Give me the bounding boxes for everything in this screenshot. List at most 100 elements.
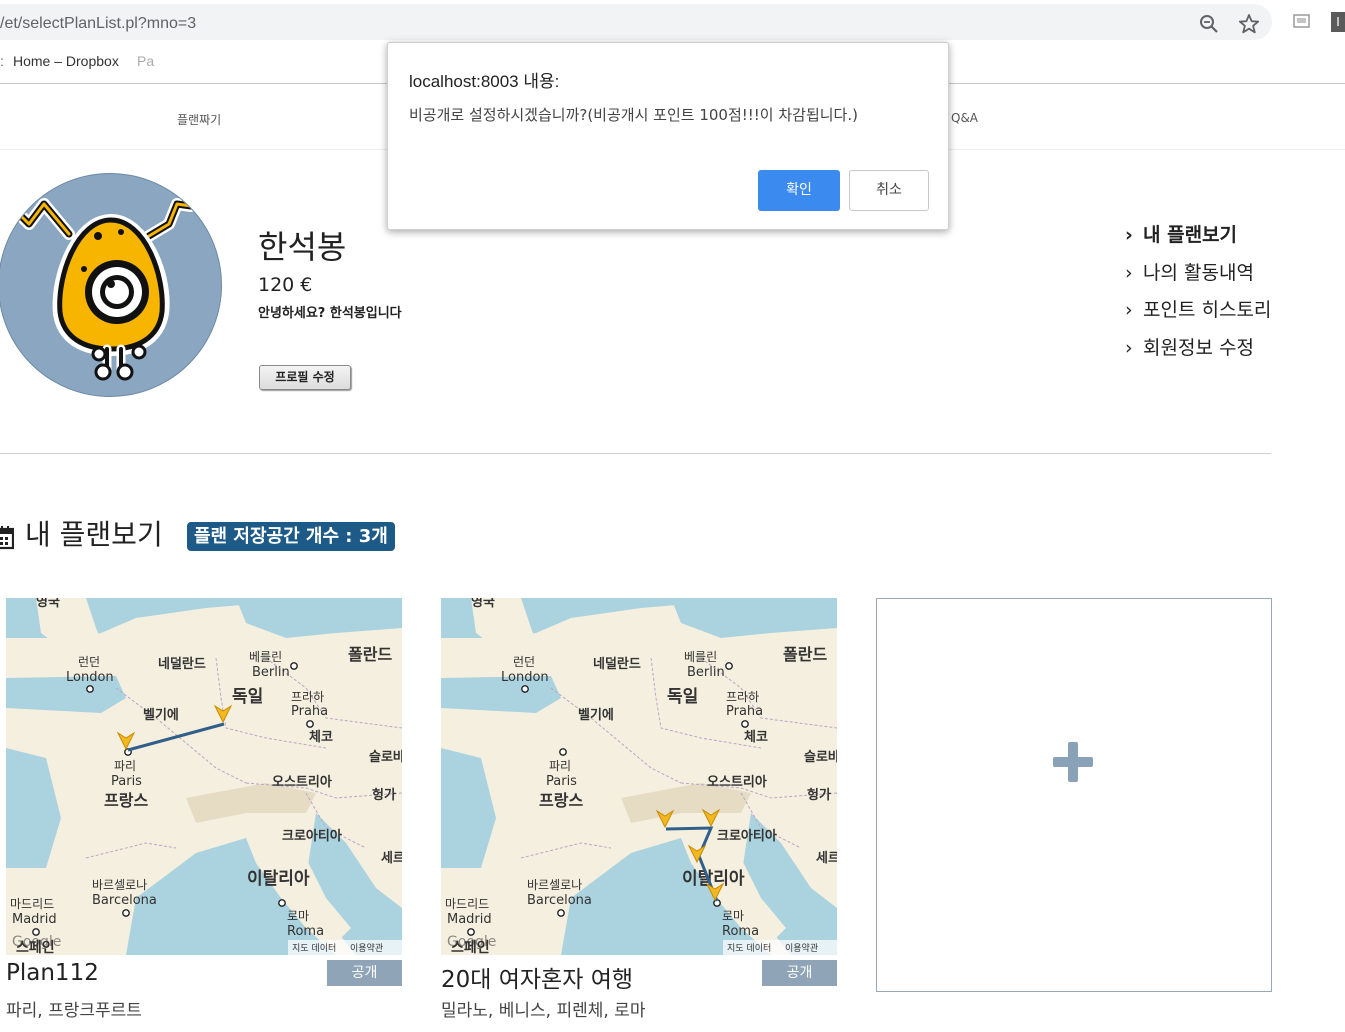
side-item-point-history[interactable]: › 포인트 히스토리 xyxy=(1125,295,1271,333)
nav-plan[interactable]: 플랜짜기 xyxy=(177,111,221,128)
nav-qna[interactable]: Q&A xyxy=(951,111,978,125)
extension-icon[interactable] xyxy=(1293,12,1311,30)
map-label-slovakia: 슬로바 xyxy=(804,749,837,765)
map-label-barcelona-en: Barcelona xyxy=(527,893,592,908)
dialog-message: 비공개로 설정하시겠습니까?(비공개시 포인트 100점!!!이 차감됩니다.) xyxy=(409,106,858,124)
map-label-rome: 로마 xyxy=(722,909,744,923)
map-label-rome-en: Roma xyxy=(722,924,759,939)
plan-card[interactable]: 영국 런던 London 네덜란드 베를린 Berlin 폴란드 독일 프라하 Praha 벨기에 체… xyxy=(6,598,402,1021)
europe-map-graphic: 영국런던London 네덜란드 베를린Berlin 폴란드독일 프라하Praha 벨기에체… xyxy=(6,598,402,955)
map-label-croatia: 크로아티아 xyxy=(717,828,777,844)
plan-map[interactable]: 영국 런던 London 네덜란드 베를린 Berlin 폴란드 독일 프라하 Praha 벨기에 체… xyxy=(441,598,837,955)
map-label-madrid: 마드리드 xyxy=(445,897,489,911)
map-label-netherlands: 네덜란드 xyxy=(593,656,641,672)
address-bar[interactable]: /et/selectPlanList.pl?mno=3 xyxy=(0,4,1272,40)
map-label-google: Google xyxy=(12,934,61,950)
zoom-out-icon[interactable] xyxy=(1198,13,1220,35)
side-item-label: 회원정보 수정 xyxy=(1143,336,1254,359)
profile-name: 한석봉 xyxy=(258,228,347,266)
map-label-hungary: 헝가 xyxy=(372,787,396,803)
city-dot xyxy=(741,720,749,728)
calendar-icon xyxy=(0,526,14,550)
europe-map-graphic: 영국런던London 네덜란드 베를린Berlin 폴란드독일 프라하Praha 벨기에체… xyxy=(441,598,837,955)
extension-label: I xyxy=(1336,15,1340,29)
side-item-edit-account[interactable]: › 회원정보 수정 xyxy=(1125,333,1271,371)
bookmark-cut[interactable]: Pa xyxy=(137,53,154,69)
map-label-belgium: 벨기에 xyxy=(143,707,179,723)
map-label-paris: 파리 xyxy=(114,759,136,773)
bookmark-home-dropbox[interactable]: Home – Dropbox xyxy=(13,53,119,69)
map-label-france: 프랑스 xyxy=(104,791,148,810)
map-label-berlin-en: Berlin xyxy=(687,665,725,680)
map-label-rome: 로마 xyxy=(287,909,309,923)
map-label-austria: 오스트리아 xyxy=(707,774,767,790)
map-label-germany: 독일 xyxy=(232,687,263,707)
map-label-poland: 폴란드 xyxy=(348,645,392,664)
city-dot xyxy=(86,685,94,693)
map-label-google: Google xyxy=(447,934,496,950)
map-label-london: 런던 xyxy=(513,655,535,669)
side-item-my-plans[interactable]: › 내 플랜보기 xyxy=(1125,220,1271,258)
add-plan-card[interactable] xyxy=(876,598,1272,992)
plan-cities: 파리, 프랑크푸르트 xyxy=(6,1001,142,1021)
confirm-dialog: localhost:8003 내용: 비공개로 설정하시겠습니까?(비공개시 포… xyxy=(387,42,949,230)
city-dot xyxy=(559,748,567,756)
side-item-label: 나의 활동내역 xyxy=(1143,261,1254,284)
url-text[interactable]: /et/selectPlanList.pl?mno=3 xyxy=(0,15,196,33)
storage-count-badge: 플랜 저장공간 개수 : 3개 xyxy=(187,522,395,551)
map-label-hungary: 헝가 xyxy=(807,787,831,803)
map-label-paris-en: Paris xyxy=(546,774,577,789)
map-label-uk: 영국 xyxy=(36,598,60,610)
map-label-madrid: 마드리드 xyxy=(10,897,54,911)
side-item-label: 포인트 히스토리 xyxy=(1143,299,1272,321)
plan-map[interactable]: 영국 런던 London 네덜란드 베를린 Berlin 폴란드 독일 프라하 Praha 벨기에 체… xyxy=(6,598,402,955)
plan-card[interactable]: 영국 런던 London 네덜란드 베를린 Berlin 폴란드 독일 프라하 Praha 벨기에 체… xyxy=(441,598,837,1021)
map-label-prague: 프라하 xyxy=(726,690,759,704)
section-title: 내 플랜보기 xyxy=(25,518,163,551)
map-label-netherlands: 네덜란드 xyxy=(158,656,206,672)
map-data-credit: 지도 데이터 xyxy=(292,943,336,954)
city-dot xyxy=(290,662,298,670)
map-label-prague-en: Praha xyxy=(291,704,328,719)
map-label-london: 런던 xyxy=(78,655,100,669)
map-label-poland: 폴란드 xyxy=(783,645,827,664)
map-label-rome-en: Roma xyxy=(287,924,324,939)
plus-icon xyxy=(1053,742,1093,782)
map-label-croatia: 크로아티아 xyxy=(282,828,342,844)
map-label-czech: 체코 xyxy=(309,730,333,745)
map-label-berlin: 베를린 xyxy=(249,650,282,664)
side-item-label: 내 플랜보기 xyxy=(1143,224,1238,246)
map-label-germany: 독일 xyxy=(667,687,698,707)
map-label-uk: 영국 xyxy=(471,598,495,610)
map-label-serbia: 세르 xyxy=(816,851,837,866)
plan-status-toggle[interactable]: 공개 xyxy=(762,960,837,986)
plan-status-toggle[interactable]: 공개 xyxy=(327,960,402,986)
plan-title[interactable]: Plan112 xyxy=(6,960,99,986)
map-label-paris: 파리 xyxy=(549,759,571,773)
section-divider xyxy=(0,453,1271,454)
chevron-right-icon: › xyxy=(1125,261,1133,284)
avatar xyxy=(0,173,222,397)
cancel-button[interactable]: 취소 xyxy=(849,170,929,211)
chevron-right-icon: › xyxy=(1125,224,1133,246)
map-label-berlin-en: Berlin xyxy=(252,665,290,680)
plan-title[interactable]: 20대 여자혼자 여행 xyxy=(441,960,633,994)
map-label-barcelona: 바르셀로나 xyxy=(527,878,582,892)
star-icon[interactable] xyxy=(1238,13,1260,35)
side-item-activity[interactable]: › 나의 활동내역 xyxy=(1125,258,1271,296)
profile-extension-icon[interactable]: I xyxy=(1331,12,1345,32)
map-label-berlin: 베를린 xyxy=(684,650,717,664)
map-label-serbia: 세르 xyxy=(381,851,402,866)
city-dot xyxy=(306,720,314,728)
map-label-prague: 프라하 xyxy=(291,690,324,704)
profile-edit-button[interactable]: 프로필 수정 xyxy=(259,365,351,390)
chevron-right-icon: › xyxy=(1125,299,1133,321)
confirm-button[interactable]: 확인 xyxy=(758,170,840,211)
city-dot xyxy=(122,909,130,917)
map-label-london-en: London xyxy=(501,670,549,685)
map-label-madrid-en: Madrid xyxy=(12,912,57,927)
bookmark-prefix: : xyxy=(0,53,4,69)
map-label-austria: 오스트리아 xyxy=(272,774,332,790)
dialog-title: localhost:8003 내용: xyxy=(409,72,560,91)
profile-points: 120 € xyxy=(258,274,313,296)
